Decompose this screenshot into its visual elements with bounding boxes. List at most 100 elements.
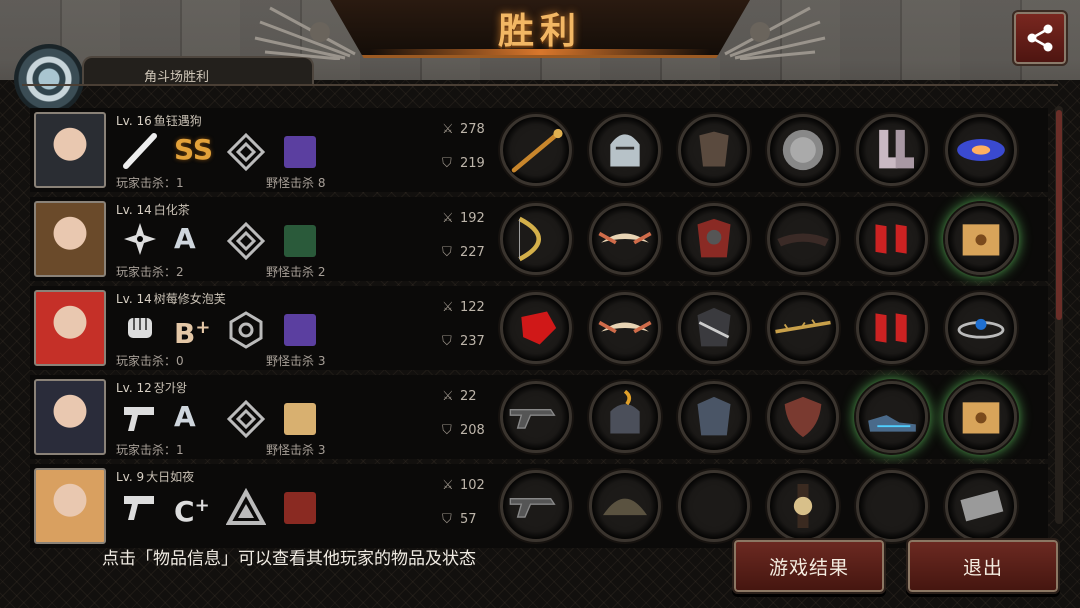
fist-icon (128, 318, 152, 338)
leather-armor-icon (699, 131, 729, 167)
item-slot[interactable] (678, 381, 750, 453)
dark-armor-icon (697, 307, 731, 347)
player-name: 장가왕 (153, 381, 187, 395)
item-slot[interactable] (589, 381, 661, 453)
item-slot[interactable] (945, 292, 1017, 364)
item-slot[interactable] (500, 470, 572, 542)
item-slot[interactable] (767, 292, 839, 364)
item-slot[interactable] (678, 292, 750, 364)
player-grade: B+ (174, 317, 211, 350)
diamond-rank-icon (226, 221, 266, 261)
defense-stat: ⛉ 237 (442, 334, 485, 349)
player-kills: 玩家击杀：1 (116, 443, 184, 457)
visor-icon (777, 233, 829, 247)
item-slot[interactable] (589, 203, 661, 275)
player-name: 树莓修女泡芙 (153, 292, 226, 306)
ammo-clip-icon (960, 490, 1004, 522)
player-row[interactable]: Lv. 12 장가왕 A 玩家击杀：1 野怪击杀 3 ⚔ 22 ⛉ 208 (30, 375, 1048, 459)
diamond-rank-icon (226, 132, 266, 172)
player-kills: 玩家击杀：1 (116, 176, 184, 190)
defense-stat: ⛉ 208 (442, 423, 485, 438)
shield-icon: ⛉ (442, 423, 452, 438)
pet-icon (284, 136, 316, 168)
item-slot[interactable] (856, 292, 928, 364)
swords-icon: ⚔ (442, 211, 454, 226)
exit-button[interactable]: 退出 (906, 538, 1060, 594)
pet-icon (284, 403, 316, 435)
item-slot[interactable] (589, 114, 661, 186)
player-row[interactable]: Lv. 14 白化茶 A 玩家击杀：2 野怪击杀 2 ⚔ 192 ⛉ 227 (30, 197, 1048, 281)
item-slot[interactable] (500, 203, 572, 275)
item-slot[interactable] (500, 381, 572, 453)
plate-armor-icon (697, 396, 731, 436)
kite-shield-icon (784, 396, 822, 438)
winged-tiara-icon (598, 320, 652, 334)
player-row[interactable]: Lv. 16 鱼钰遇狗 SS 玩家击杀：1 野怪击杀 8 ⚔ 278 ⛉ 219 (30, 108, 1048, 192)
player-avatar[interactable] (34, 379, 106, 455)
player-kills: 玩家击杀：0 (116, 354, 184, 368)
player-level-name: Lv. 12 장가왕 (116, 379, 187, 396)
shield-icon: ⛉ (442, 512, 452, 527)
sneakers-icon (868, 415, 916, 432)
item-slot[interactable] (767, 114, 839, 186)
item-slot[interactable] (678, 470, 750, 542)
top-tab-label: 角斗场胜利 (144, 70, 210, 85)
monster-kills: 野怪击杀 2 (266, 265, 326, 279)
item-slot[interactable] (767, 203, 839, 275)
item-slot[interactable] (945, 381, 1017, 453)
attack-stat: ⚔ 102 (442, 478, 485, 493)
monster-kills: 野怪击杀 3 (266, 354, 326, 368)
swords-icon: ⚔ (442, 478, 454, 493)
item-slot[interactable] (945, 114, 1017, 186)
empty-slot (859, 473, 925, 539)
player-level: Lv. 16 (116, 114, 152, 128)
revolver-icon (509, 497, 556, 518)
player-level: Lv. 14 (116, 203, 152, 217)
item-slot[interactable] (945, 470, 1017, 542)
item-slot[interactable] (589, 470, 661, 542)
item-slot[interactable] (856, 381, 928, 453)
item-slot[interactable] (589, 292, 661, 364)
player-level: Lv. 9 (116, 470, 145, 484)
player-avatar[interactable] (34, 468, 106, 544)
player-list-scrollbar[interactable] (1055, 106, 1063, 524)
player-grade: A (174, 222, 196, 255)
share-button[interactable] (1012, 10, 1068, 66)
item-slot[interactable] (678, 114, 750, 186)
item-slot[interactable] (767, 470, 839, 542)
player-level: Lv. 12 (116, 381, 152, 395)
attack-stat: ⚔ 22 (442, 389, 477, 404)
item-slot[interactable] (500, 292, 572, 364)
thorn-vine-icon (775, 319, 831, 334)
player-avatar[interactable] (34, 290, 106, 366)
monster-kills: 野怪击杀 8 (266, 176, 326, 190)
red-gauntlet-icon (521, 311, 557, 345)
player-row[interactable]: Lv. 14 树莓修女泡芙 B+ 玩家击杀：0 野怪击杀 3 ⚔ 122 ⛉ 237 (30, 286, 1048, 370)
game-result-button[interactable]: 游戏结果 (732, 538, 886, 594)
item-slot[interactable] (678, 203, 750, 275)
diamond-rank-icon (226, 399, 266, 439)
pet-icon (284, 492, 316, 524)
pet-icon (284, 314, 316, 346)
player-avatar[interactable] (34, 112, 106, 188)
player-row[interactable]: Lv. 9 大日如夜 C+ ⚔ 102 ⛉ 57 (30, 464, 1048, 548)
swords-icon: ⚔ (442, 300, 454, 315)
swords-icon: ⚔ (442, 389, 454, 404)
galaxy-orb-icon (957, 139, 1005, 161)
scrollbar-thumb[interactable] (1056, 110, 1062, 320)
knight-helmet-icon (610, 134, 640, 167)
item-slot[interactable] (856, 203, 928, 275)
monster-kills: 野怪击杀 3 (266, 443, 326, 457)
attack-stat: ⚔ 278 (442, 122, 485, 137)
item-slot[interactable] (945, 203, 1017, 275)
item-slot[interactable] (856, 114, 928, 186)
item-slot[interactable] (856, 470, 928, 542)
red-heels-icon (875, 224, 907, 254)
defense-stat: ⛉ 227 (442, 245, 485, 260)
plumed-helmet-icon (610, 389, 640, 434)
item-slot[interactable] (767, 381, 839, 453)
item-slot[interactable] (500, 114, 572, 186)
swords-icon: ⚔ (442, 122, 454, 137)
player-level: Lv. 14 (116, 292, 152, 306)
player-avatar[interactable] (34, 201, 106, 277)
